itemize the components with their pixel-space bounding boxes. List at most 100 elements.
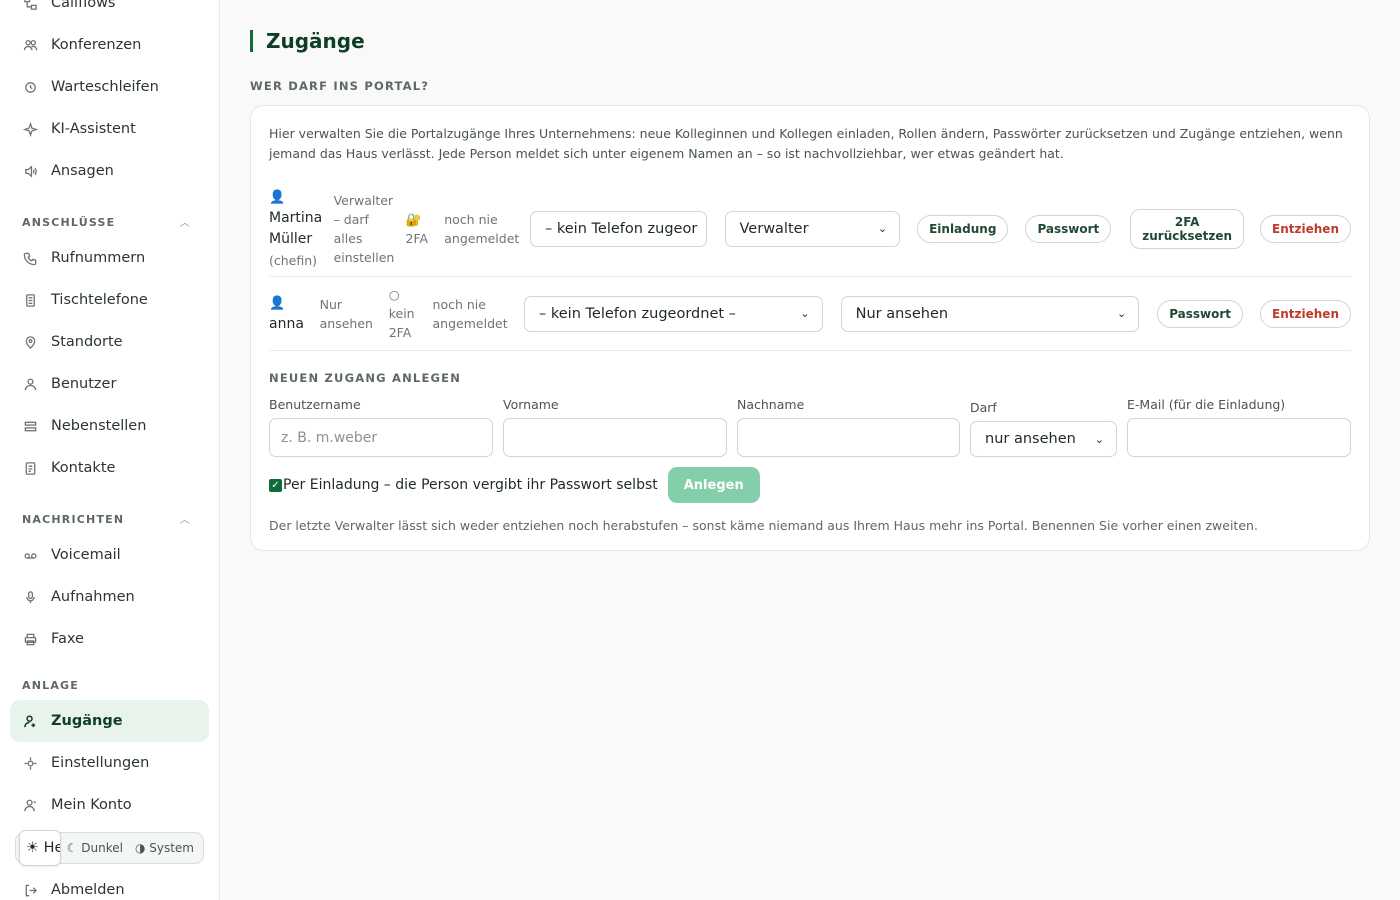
sidebar-item-label: Mein Konto xyxy=(51,797,132,813)
microphone-icon xyxy=(22,589,38,605)
invite-option-row: ✓ Per Einladung – die Person vergibt ihr… xyxy=(269,467,1351,503)
sidebar-item-ki-assistent[interactable]: KI-Assistent xyxy=(10,108,209,150)
sidebar-item-label: Benutzer xyxy=(51,376,117,392)
lastname-field-group: Nachname xyxy=(737,397,960,457)
page-title: Zugänge xyxy=(250,30,365,52)
role-select[interactable]: Verwalter ⌄ xyxy=(724,210,901,247)
email-input[interactable] xyxy=(1127,418,1351,457)
user-identity: 👤 Martina Müller (chefin) xyxy=(269,187,334,271)
last-admin-note: Der letzte Verwalter lässt sich weder en… xyxy=(269,518,1258,533)
revoke-button[interactable]: Entziehen xyxy=(1260,214,1351,243)
user-name-line1: Martina xyxy=(269,209,323,226)
lastname-input[interactable] xyxy=(737,418,960,457)
sparkle-icon xyxy=(22,121,38,137)
phone-select[interactable]: – kein Telefon zugeordnet – ⌄ xyxy=(524,295,823,332)
sidebar-item-label: Voicemail xyxy=(51,547,121,563)
section-heading-anlage: ANLAGE xyxy=(22,679,79,692)
logout-label: Abmelden xyxy=(51,882,125,898)
section-label: WER DARF INS PORTAL? xyxy=(250,79,430,93)
firstname-field-group: Vorname xyxy=(503,397,727,457)
user-row-anna: 👤 anna Nur ansehen ○ kein 2FA noch nie a… xyxy=(269,277,1351,351)
access-card: Hier verwalten Sie die Portalzugänge Ihr… xyxy=(250,105,1370,551)
role-select[interactable]: Nur ansehen ⌄ xyxy=(840,295,1140,332)
sidebar-item-warteschleifen[interactable]: Warteschleifen xyxy=(10,66,209,108)
speaker-icon xyxy=(22,163,38,179)
password-button[interactable]: Passwort xyxy=(1025,214,1112,243)
sidebar-item-label: Faxe xyxy=(51,631,84,647)
theme-option-system[interactable]: ◑ System xyxy=(129,837,200,859)
sidebar-item-nebenstellen[interactable]: Nebenstellen xyxy=(10,405,209,447)
user-name-line2: Müller xyxy=(269,230,313,247)
theme-option-dunkel[interactable]: ☾ Dunkel xyxy=(61,837,129,859)
sidebar-item-label: Tischtelefone xyxy=(51,292,148,308)
circle-icon: ○ xyxy=(388,287,400,302)
invite-checkbox[interactable]: ✓ xyxy=(269,478,282,492)
lastname-label: Nachname xyxy=(737,397,805,412)
lock-icon: 🔐 xyxy=(405,211,422,227)
new-role-select[interactable]: nur ansehen ⌄ xyxy=(970,421,1117,457)
reset-2fa-button[interactable]: 2FA zurücksetzen xyxy=(1130,208,1245,249)
sidebar-item-aufnahmen[interactable]: Aufnahmen xyxy=(10,576,209,618)
new-access-form: Benutzername z. B. m.weber Vorname Nachn… xyxy=(269,397,1351,457)
sidebar-item-label: Callflows xyxy=(51,0,116,11)
logout-button[interactable]: Abmelden xyxy=(10,869,209,900)
sidebar: Callflows Konferenzen Warteschleifen KI-… xyxy=(0,0,220,900)
phone-select[interactable]: – kein Telefon zugeor⌄ xyxy=(530,210,707,247)
role-label: Darf xyxy=(970,400,997,415)
revoke-button[interactable]: Entziehen xyxy=(1260,299,1351,328)
sidebar-item-label: Ansagen xyxy=(51,163,114,179)
role-field-group: Darf nur ansehen ⌄ xyxy=(970,400,1117,457)
create-button[interactable]: Anlegen xyxy=(667,467,760,503)
sidebar-item-einstellungen[interactable]: Einstellungen xyxy=(10,742,209,784)
theme-option-hell[interactable]: ☀ Hell xyxy=(19,830,61,866)
sidebar-item-rufnummern[interactable]: Rufnummern xyxy=(10,237,209,279)
username-input[interactable]: z. B. m.weber xyxy=(269,418,493,457)
person-icon: 👤 xyxy=(269,295,286,311)
sidebar-item-konferenzen[interactable]: Konferenzen xyxy=(10,24,209,66)
flow-icon xyxy=(22,0,38,11)
chevron-down-icon: ⌄ xyxy=(800,307,810,320)
sidebar-item-ansagen[interactable]: Ansagen xyxy=(10,150,209,192)
intro-text: Hier verwalten Sie die Portalzugänge Ihr… xyxy=(269,126,1343,161)
sidebar-item-tischtelefone[interactable]: Tischtelefone xyxy=(10,279,209,321)
sidebar-item-zugaenge[interactable]: Zugänge xyxy=(10,700,209,742)
sidebar-item-label: Konferenzen xyxy=(51,37,142,53)
sidebar-item-mein-konto[interactable]: Mein Konto xyxy=(10,784,209,826)
sidebar-item-label: Warteschleifen xyxy=(51,79,159,95)
last-login: noch nie angemeldet xyxy=(444,211,520,246)
sidebar-item-label: Nebenstellen xyxy=(51,418,147,434)
email-field-group: E-Mail (für die Einladung) xyxy=(1127,397,1351,457)
list-icon xyxy=(22,418,38,434)
invite-button[interactable]: Einladung xyxy=(917,214,1009,243)
printer-icon xyxy=(22,631,38,647)
voicemail-icon xyxy=(22,547,38,563)
username-label: Benutzername xyxy=(269,397,361,412)
sidebar-item-label: Aufnahmen xyxy=(51,589,135,605)
user-name: anna xyxy=(269,315,304,332)
password-button[interactable]: Passwort xyxy=(1157,299,1244,328)
sidebar-item-kontakte[interactable]: Kontakte xyxy=(10,447,209,489)
section-heading-nachrichten[interactable]: NACHRICHTEN ︿ xyxy=(10,489,209,534)
twofa-status: ○ kein 2FA xyxy=(389,285,433,342)
user-role-description: Verwalter – darf alles einstellen xyxy=(333,192,395,265)
theme-toggle: ☀ Hell ☾ Dunkel ◑ System xyxy=(15,830,204,866)
sidebar-item-label: Kontakte xyxy=(51,460,116,476)
user-key-icon xyxy=(22,713,38,729)
logout-icon xyxy=(22,882,38,898)
sidebar-item-label: Rufnummern xyxy=(51,250,146,266)
username-field-group: Benutzername z. B. m.weber xyxy=(269,397,493,457)
phone-icon xyxy=(22,250,38,266)
section-heading-anschluesse[interactable]: ANSCHLÜSSE ︿ xyxy=(10,192,209,237)
chevron-up-icon: ︿ xyxy=(179,515,191,526)
sidebar-item-voicemail[interactable]: Voicemail xyxy=(10,534,209,576)
sidebar-item-callflows[interactable]: Callflows xyxy=(10,0,209,24)
sidebar-item-label: KI-Assistent xyxy=(51,121,136,137)
new-access-heading: NEUEN ZUGANG ANLEGEN xyxy=(269,371,462,385)
sidebar-item-standorte[interactable]: Standorte xyxy=(10,321,209,363)
sidebar-item-faxe[interactable]: Faxe xyxy=(10,618,209,660)
firstname-input[interactable] xyxy=(503,418,727,457)
sidebar-item-label: Zugänge xyxy=(51,713,123,729)
sidebar-item-benutzer[interactable]: Benutzer xyxy=(10,363,209,405)
settings-icon xyxy=(22,755,38,771)
user-identity: 👤 anna xyxy=(269,293,320,335)
